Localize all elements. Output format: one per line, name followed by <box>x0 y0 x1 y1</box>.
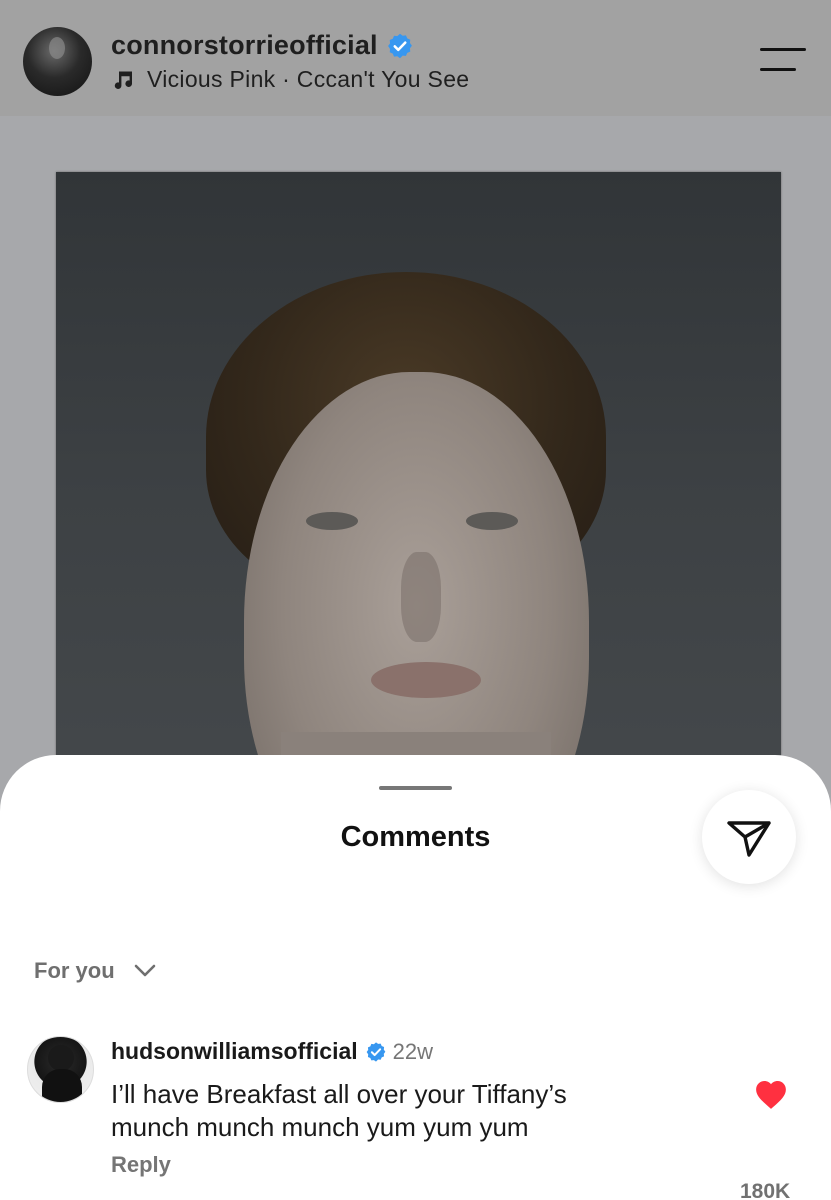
like-count: 180K <box>740 1180 791 1200</box>
heart-icon[interactable] <box>754 1078 788 1110</box>
author-row: connorstorrieofficial <box>111 30 414 61</box>
post-media[interactable] <box>0 116 831 822</box>
menu-icon[interactable] <box>760 46 806 72</box>
verified-badge-icon <box>387 33 412 58</box>
comment-header: hudsonwilliamsofficial 22w <box>111 1038 433 1065</box>
reply-button[interactable]: Reply <box>111 1152 171 1178</box>
comment-item: hudsonwilliamsofficial 22w I’ll have Bre… <box>0 1031 831 1200</box>
comments-sheet: Comments For you hudsonwilliamsofficial … <box>0 755 831 1200</box>
commenter-username[interactable]: hudsonwilliamsofficial <box>111 1038 358 1065</box>
chevron-down-icon <box>134 964 155 977</box>
post-header: connorstorrieofficial Vicious Pink · Ccc… <box>0 0 831 116</box>
post-photo <box>56 172 781 822</box>
music-note-icon <box>114 71 132 89</box>
author-avatar[interactable] <box>23 27 92 96</box>
author-username[interactable]: connorstorrieofficial <box>111 30 378 61</box>
verified-badge-icon <box>366 1041 386 1062</box>
comment-text: I’ll have Breakfast all over your Tiffan… <box>111 1079 567 1142</box>
comment-timestamp: 22w <box>392 1038 434 1064</box>
share-button[interactable] <box>702 790 796 884</box>
sort-label: For you <box>34 958 115 983</box>
music-title: Vicious Pink · Cccan't You See <box>147 66 470 92</box>
sort-dropdown[interactable]: For you <box>34 958 157 984</box>
music-row[interactable]: Vicious Pink · Cccan't You See <box>111 66 469 93</box>
send-icon <box>727 821 771 857</box>
commenter-avatar[interactable] <box>27 1036 94 1103</box>
sheet-grabber[interactable] <box>379 786 452 790</box>
